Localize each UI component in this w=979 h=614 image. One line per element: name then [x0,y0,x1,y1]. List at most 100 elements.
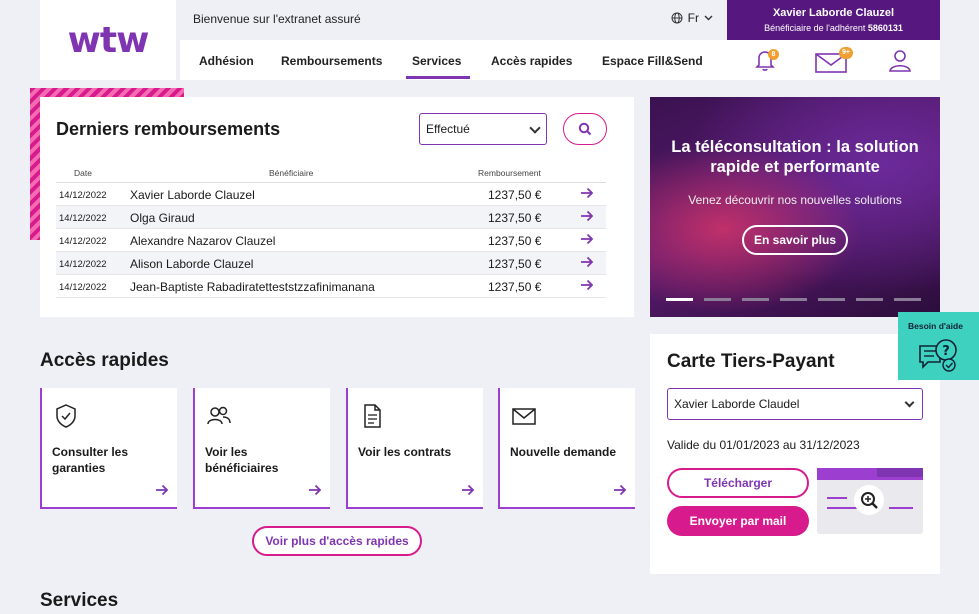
col-beneficiaire: Bénéficiaire [269,168,314,178]
arrow-right-icon[interactable] [580,232,594,249]
remboursements-title: Derniers remboursements [56,119,281,139]
beneficiary-select-value: Xavier Laborde Claudel [674,397,800,411]
language-label: Fr [687,11,699,25]
tile-nouvelle-demande[interactable]: Nouvelle demande [498,388,635,509]
chevron-down-icon [529,122,541,134]
learn-more-button[interactable]: En savoir plus [741,225,849,255]
col-remboursement: Remboursement [478,168,541,178]
status-filter-select[interactable]: Effectué [419,113,547,145]
more-quick-access-button[interactable]: Voir plus d'accès rapides [252,526,422,556]
document-icon [364,404,381,428]
notifications-badge: 8 [768,49,779,60]
arrow-right-icon[interactable] [580,255,594,272]
tile-label: Nouvelle demande [510,445,617,459]
nav-acces-rapides[interactable]: Accès rapides [491,54,572,68]
nav-remboursements[interactable]: Remboursements [281,54,382,68]
row-date: 14/12/2022 [59,282,107,293]
download-button[interactable]: Télécharger [667,468,809,498]
send-mail-button[interactable]: Envoyer par mail [667,506,809,536]
row-amount: 1237,50 € [488,234,542,248]
arrow-right-icon[interactable] [580,186,594,203]
user-account-box[interactable]: Xavier Laborde Clauzel Bénéficiaire de l… [727,0,940,40]
shield-check-icon [56,404,76,428]
row-beneficiary: Xavier Laborde Clauzel [130,188,255,202]
member-number: 5860131 [867,23,903,33]
user-icon [889,50,911,72]
table-row[interactable]: 14/12/2022 Alexandre Nazarov Clauzel 123… [56,229,606,252]
row-amount: 1237,50 € [488,280,542,294]
validity-text: Valide du 01/01/2023 au 31/12/2023 [667,438,860,452]
row-beneficiary: Jean-Baptiste Rabadiratetteststzzafinima… [130,280,375,294]
carousel-dot[interactable] [894,298,921,301]
welcome-text: Bienvenue sur l'extranet assuré [193,12,361,26]
logo[interactable]: wtw [40,0,176,80]
table-row[interactable]: 14/12/2022 Alison Laborde Clauzel 1237,5… [56,252,606,275]
tile-voir-contrats[interactable]: Voir les contrats [346,388,483,509]
table-row[interactable]: 14/12/2022 Olga Giraud 1237,50 € [56,206,606,229]
profile-button[interactable] [886,46,914,74]
promo-title: La téléconsultation : la solution rapide… [671,138,919,176]
row-date: 14/12/2022 [59,259,107,270]
arrow-right-icon[interactable] [580,278,594,295]
chevron-down-icon [704,15,713,21]
tile-label: Voir les contrats [358,445,452,459]
language-selector[interactable]: Fr [671,11,713,25]
carousel-dot[interactable] [742,298,769,301]
nav-services[interactable]: Services [412,54,461,68]
arrow-right-icon [309,484,322,496]
nav-adhesion[interactable]: Adhésion [199,54,254,68]
carousel-dots [666,298,921,301]
notifications-button[interactable]: 8 [751,46,779,74]
chevron-down-icon [904,397,915,408]
card-preview-illustration[interactable] [817,468,923,534]
row-amount: 1237,50 € [488,211,542,225]
carousel-dot[interactable] [856,298,883,301]
messages-badge: 9+ [839,47,853,59]
row-date: 14/12/2022 [59,236,107,247]
user-subtitle: Bénéficiaire de l'adhérent 5860131 [727,23,940,33]
help-widget[interactable]: Besoin d'aide ? [898,312,979,380]
help-label: Besoin d'aide [908,321,963,331]
arrow-right-icon [462,484,475,496]
search-icon [578,122,592,136]
logo-text: wtw [67,19,150,61]
topbar: Bienvenue sur l'extranet assuré Fr [180,0,727,38]
user-name: Xavier Laborde Clauzel [772,7,895,19]
beneficiary-select[interactable]: Xavier Laborde Claudel [667,388,923,420]
carousel-dot[interactable] [704,298,731,301]
row-beneficiary: Alison Laborde Clauzel [130,257,254,271]
tile-label: Consulter les garanties [52,445,129,475]
row-amount: 1237,50 € [488,188,542,202]
nav-espace-fillsend[interactable]: Espace Fill&Send [602,54,703,68]
messages-button[interactable]: 9+ [814,46,853,74]
nav-active-indicator [406,76,470,79]
arrow-right-icon[interactable] [580,209,594,226]
tile-label: Voir les bénéficiaires [205,445,279,475]
carte-tiers-payant-card: Carte Tiers-Payant Xavier Laborde Claude… [650,334,940,574]
svg-text:?: ? [942,344,950,359]
arrow-right-icon [614,484,627,496]
tile-consulter-garanties[interactable]: Consulter les garanties [40,388,177,509]
remboursements-card: Derniers remboursements Effectué Date Bé… [40,97,634,317]
users-icon [207,406,231,425]
row-beneficiary: Olga Giraud [130,211,195,225]
remboursements-table: Date Bénéficiaire Remboursement 14/12/20… [56,161,606,298]
promo-subtitle: Venez découvrir nos nouvelles solutions [688,193,902,207]
help-chat-icon: ? [919,339,957,372]
table-row[interactable]: 14/12/2022 Xavier Laborde Clauzel 1237,5… [56,183,606,206]
carousel-dot[interactable] [818,298,845,301]
tile-voir-beneficiaires[interactable]: Voir les bénéficiaires [193,388,330,509]
carousel-dot[interactable] [666,298,693,301]
envelope-icon [512,408,536,425]
table-row[interactable]: 14/12/2022 Jean-Baptiste Rabadiratettest… [56,275,606,298]
carte-title: Carte Tiers-Payant [667,351,835,372]
status-filter-value: Effectué [426,122,470,136]
search-button[interactable] [563,113,607,145]
col-date: Date [74,168,92,178]
arrow-right-icon [156,484,169,496]
row-beneficiary: Alexandre Nazarov Clauzel [130,234,276,248]
row-date: 14/12/2022 [59,190,107,201]
carousel-dot[interactable] [780,298,807,301]
promo-banner: La téléconsultation : la solution rapide… [650,97,940,317]
globe-icon [671,12,683,24]
